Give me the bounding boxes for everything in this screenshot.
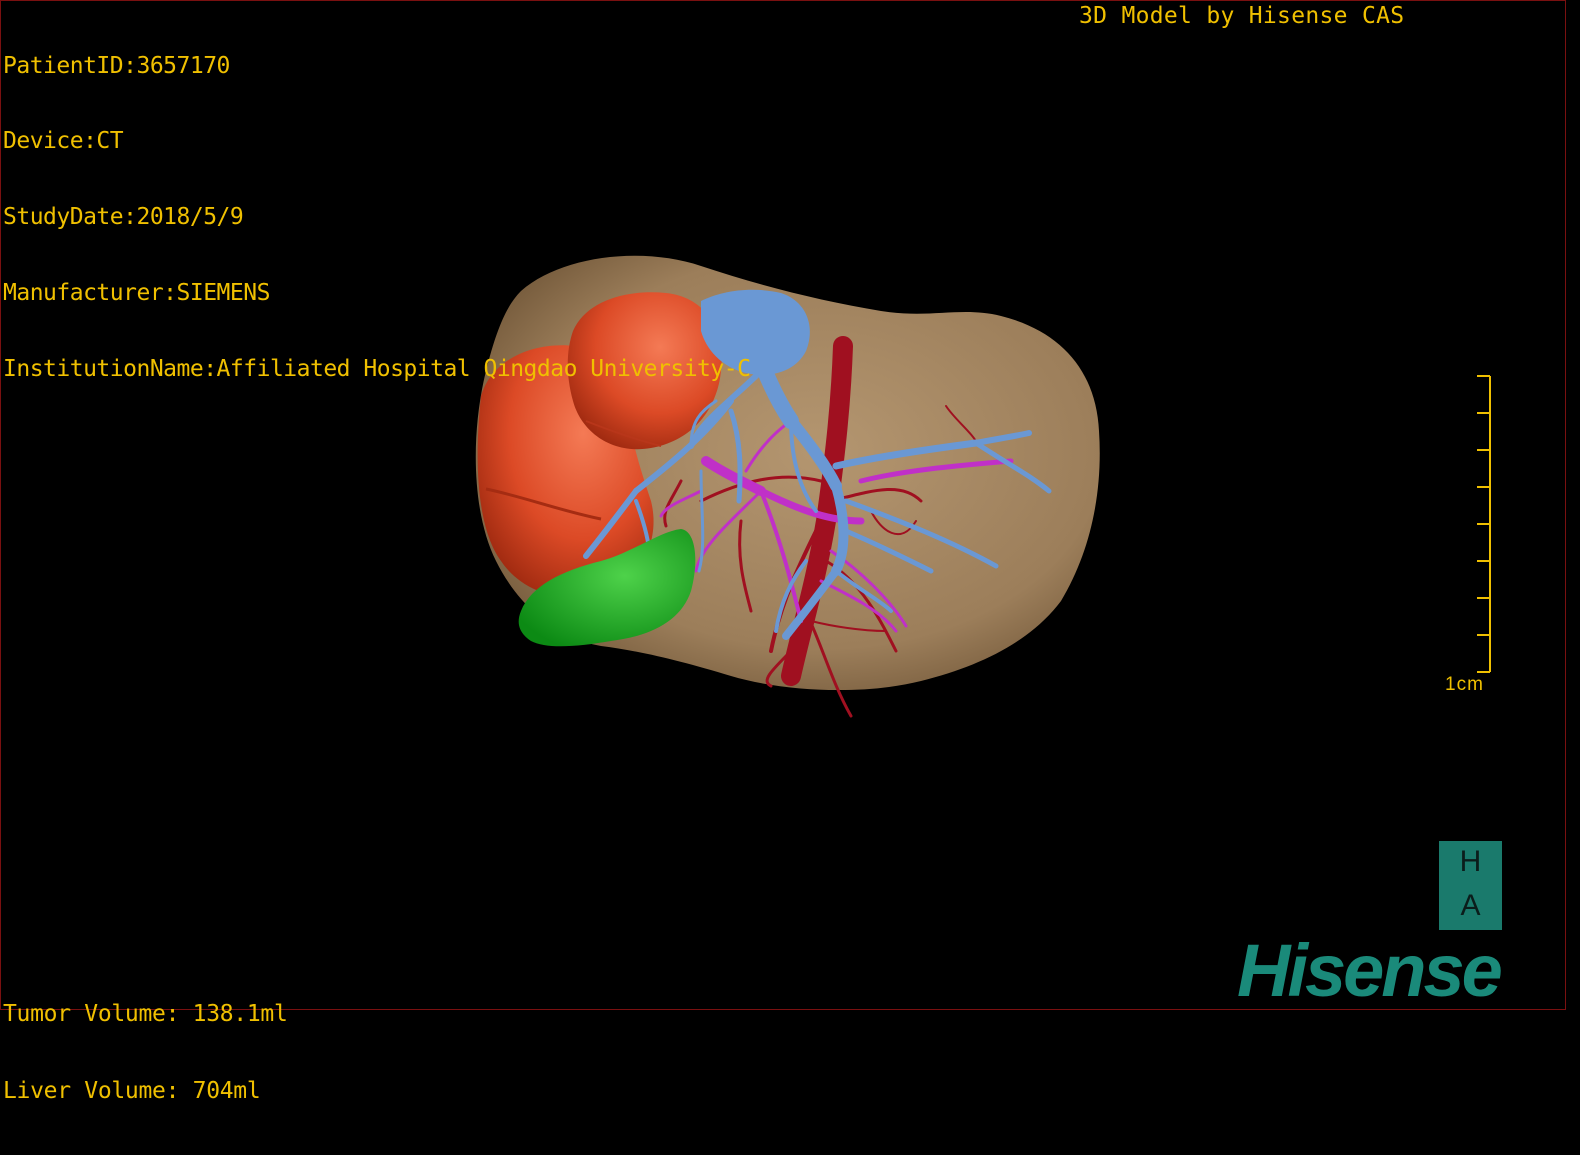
scale-bar-label: 1cm bbox=[1445, 674, 1484, 695]
brand-caption: 3D Model by Hisense CAS bbox=[1079, 3, 1405, 29]
patient-id-label: PatientID:3657170 bbox=[3, 52, 230, 79]
liver-volume-label: Liver Volume: 704ml bbox=[3, 1077, 261, 1104]
manufacturer-label: Manufacturer:SIEMENS bbox=[3, 280, 270, 307]
study-date-label: StudyDate:2018/5/9 bbox=[3, 204, 244, 231]
tumor-volume-label: Tumor Volume: 138.1ml bbox=[3, 1001, 288, 1027]
institution-label: InstitutionName:Affiliated Hospital Qing… bbox=[3, 356, 751, 383]
viewport-3d[interactable]: PatientID:3657170 Device:CT StudyDate:20… bbox=[0, 0, 1566, 1103]
orientation-cube[interactable]: H A bbox=[1439, 841, 1502, 930]
scale-bar bbox=[1477, 375, 1491, 673]
study-metadata: PatientID:3657170 Device:CT StudyDate:20… bbox=[3, 3, 751, 433]
device-label: Device:CT bbox=[3, 128, 124, 155]
orientation-anterior-label: A bbox=[1460, 889, 1481, 922]
hisense-logo: Hisense bbox=[1237, 929, 1503, 1012]
volume-readout: Tumor Volume: 138.1ml Liver Volume: 704m… bbox=[3, 951, 288, 1155]
orientation-head-label: H bbox=[1459, 845, 1482, 878]
